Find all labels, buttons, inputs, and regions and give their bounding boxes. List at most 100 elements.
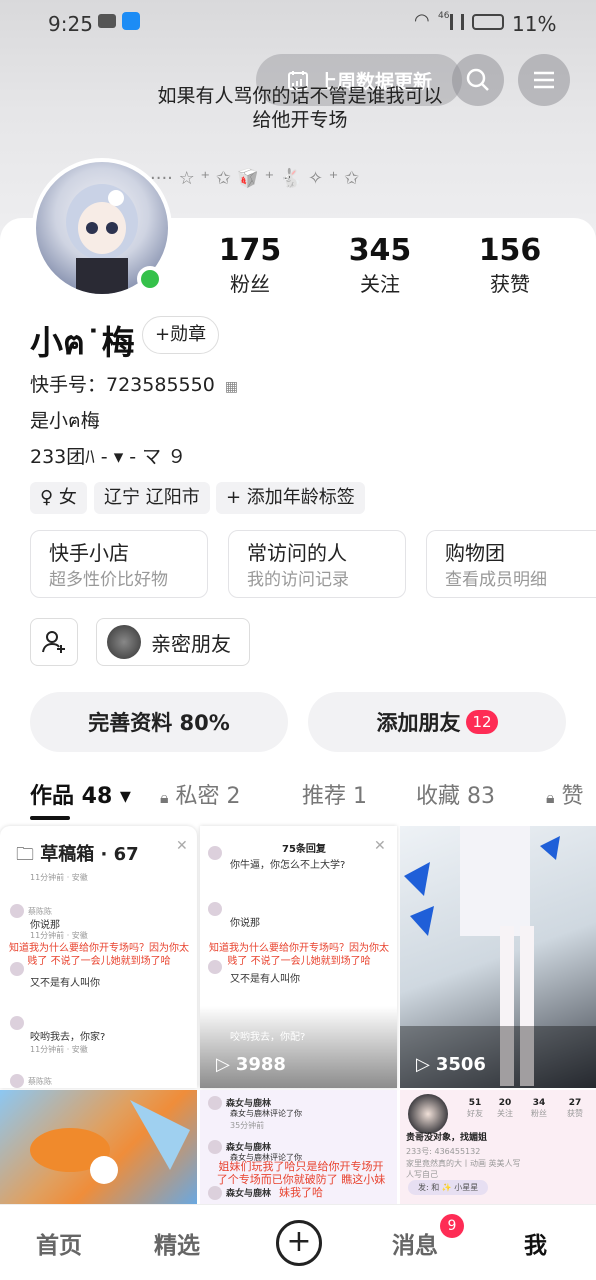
tab-private[interactable]: 🔒︎ 私密 2 — [160, 778, 241, 810]
service-group[interactable]: 购物团 查看成员明细 — [426, 530, 596, 598]
bio-line1: 是小ฅ梅 — [30, 410, 100, 432]
app-notify-icon — [122, 12, 140, 30]
service-visitors[interactable]: 常访问的人 我的访问记录 — [228, 530, 406, 598]
header-decoration: ···· ☆ ⁺ ✩ 🥡 ⁺ 🐇 ✧ ⁺ ✩ — [150, 168, 360, 189]
user-id[interactable]: 快手号：723585550 ▦ — [30, 370, 238, 397]
comment-sub: 森女与鹿林评论了你 — [230, 1109, 302, 1118]
nav-messages[interactable]: 消息 — [392, 1226, 438, 1260]
draft-red-caption: 知道我为什么要给你开专场吗？因为你太贱了 不说了一会儿她就到场了哈 — [9, 943, 189, 967]
bio-line2: 233团ﾊ ‐ ▾ ‐ マ ９ — [30, 446, 187, 468]
folder-icon: 🗀 — [16, 844, 34, 865]
lock-icon: 🔒︎ — [546, 788, 555, 807]
close-friends-button[interactable]: 亲密朋友 — [96, 618, 250, 666]
stat-following-value: 345 — [348, 233, 412, 268]
play-icon: ▷ — [216, 1054, 230, 1075]
replies-red-caption: 知道我为什么要给你开专场吗？因为你太贱了 不说了一会儿她就到场了哈 — [209, 943, 389, 967]
add-friend-badge: 12 — [466, 710, 498, 734]
comment-time: 35分钟前 — [230, 1121, 265, 1130]
tile-profile-bio: 家里竟然真的大丨动画 英美人写人写自己 — [406, 1159, 521, 1179]
replies-title: 75条回复 — [282, 844, 326, 855]
grid-tile-anime[interactable]: ▷ 3506 — [400, 826, 596, 1088]
close-icon[interactable]: ✕ — [176, 838, 188, 854]
tab-collect[interactable]: 收藏 83 — [416, 778, 495, 810]
signal-bars-icon — [450, 14, 464, 30]
anime-figure-image — [400, 826, 596, 1088]
play-count: ▷ 3506 — [416, 1054, 486, 1075]
chat-time: 11分钟前 · 安徽 — [30, 873, 88, 882]
tile-bubble: 发: 和 ✨ 小星星 — [408, 1180, 489, 1195]
add-friend-icon-button[interactable] — [30, 618, 78, 666]
stat-following[interactable]: 345 关注 — [320, 232, 440, 298]
tile-profile-id: 233号: 436455132 — [406, 1147, 481, 1156]
messages-badge: 9 — [440, 1214, 464, 1238]
add-user-icon — [42, 631, 65, 653]
close-icon[interactable]: ✕ — [374, 838, 386, 854]
menu-button[interactable] — [518, 54, 570, 106]
stat-likes-value: 156 — [478, 233, 542, 268]
tab-underline — [30, 816, 70, 820]
chat-item — [10, 962, 28, 976]
nav-featured[interactable]: 精选 — [154, 1226, 200, 1260]
tile-stat: 20 关注 — [497, 1098, 513, 1118]
tag-gender: ♀ 女 — [30, 482, 87, 514]
add-friend-label: 添加朋友 — [376, 711, 461, 735]
create-button[interactable]: + — [276, 1220, 322, 1266]
nav-home[interactable]: 首页 — [36, 1226, 82, 1260]
chat-msg: 你说那 — [30, 920, 60, 931]
play-count: ▷ 3988 — [216, 1054, 286, 1075]
plus-icon: + — [286, 1224, 312, 1259]
wifi-icon: ◠ — [414, 10, 430, 31]
service-shop[interactable]: 快手小店 超多性价比好物 — [30, 530, 208, 598]
chat-item: 森女与鹿林 — [208, 1186, 271, 1200]
grid-tile-replies[interactable]: 75条回复 ✕ 你牛逼，你怎么不上大学? 你说那 知道我为什么要给你开专场吗？因… — [200, 826, 397, 1088]
complete-profile-button[interactable]: 完善资料 80% — [30, 692, 288, 752]
draft-box-label: 草稿箱 · 67 — [40, 844, 139, 865]
nav-me[interactable]: 我 — [524, 1226, 547, 1260]
service-group-sub: 查看成员明细 — [445, 570, 547, 590]
play-icon: ▷ — [416, 1054, 430, 1075]
chat-item — [208, 960, 226, 974]
grid-tile-profile-card[interactable]: 51 好友 20 关注 34 粉丝 27 获赞 贵哥没对象，找媚姐 233号: 4364… — [400, 1090, 596, 1204]
grid-tile-carrot[interactable] — [0, 1090, 197, 1204]
complete-profile-label: 完善资料 80% — [88, 711, 230, 735]
service-shop-title: 快手小店 — [49, 541, 129, 565]
chat-time: 11分钟前 · 安徽 — [30, 931, 88, 940]
chat-time: 11分钟前 · 安徽 — [30, 1045, 88, 1054]
signature-line2: 给他开专场 — [252, 109, 348, 131]
grid-tile-comments[interactable]: 森女与鹿林 森女与鹿林评论了你 35分钟前 森女与鹿林 森女与鹿林评论了你 姐妹… — [200, 1090, 397, 1204]
grid-tile-draft[interactable]: 🗀 草稿箱 · 67 ✕ 11分钟前 · 安徽 蔡陈陈 你说那 11分钟前 · … — [0, 826, 197, 1088]
stat-likes[interactable]: 156 获赞 — [450, 232, 570, 298]
tag-add-age[interactable]: + 添加年龄标签 — [216, 482, 365, 514]
tile-stat: 34 粉丝 — [531, 1098, 547, 1118]
status-bar: 9:25 ◠ 46 11% — [0, 0, 596, 48]
carrot-image — [30, 1100, 190, 1184]
close-friends-label: 亲密朋友 — [151, 631, 231, 656]
play-count-value: 3506 — [435, 1054, 486, 1075]
chat-msg: 又不是有人叫你 — [230, 974, 300, 985]
service-visitors-sub: 我的访问记录 — [247, 570, 349, 590]
signature-line1: 如果有人骂你的话不管是谁我可以 — [157, 85, 443, 107]
chat-msg: 咬哟我去，你家? — [30, 1032, 106, 1043]
tab-private-label: 私密 2 — [175, 784, 241, 809]
close-friend-avatar — [107, 625, 141, 659]
tab-liked-label: 赞 — [561, 784, 584, 809]
chat-item — [10, 1016, 28, 1030]
chat-msg: 咬哟我去，你配? — [230, 1032, 306, 1043]
profile-name: 小ฅ˙梅 — [30, 323, 135, 362]
battery-percent: 11% — [512, 12, 557, 36]
add-friend-button[interactable]: 添加朋友 12 — [308, 692, 566, 752]
service-group-title: 购物团 — [445, 541, 505, 565]
qrcode-icon: ▦ — [224, 379, 239, 395]
lock-icon: 🔒︎ — [160, 788, 169, 807]
stat-fans-value: 175 — [218, 233, 282, 268]
stat-fans[interactable]: 175 粉丝 — [190, 232, 310, 298]
tab-works[interactable]: 作品 48 ▾ — [30, 778, 131, 810]
tile-stat: 51 好友 — [467, 1098, 483, 1118]
tile-avatar — [408, 1094, 448, 1134]
tab-liked[interactable]: 🔒︎ 赞 — [546, 778, 584, 810]
tab-recommend[interactable]: 推荐 1 — [302, 778, 367, 810]
chat-item — [208, 846, 226, 860]
medal-button[interactable]: +勋章 — [142, 316, 220, 354]
tile-stat: 27 获赞 — [567, 1098, 583, 1118]
menu-icon — [534, 71, 554, 89]
